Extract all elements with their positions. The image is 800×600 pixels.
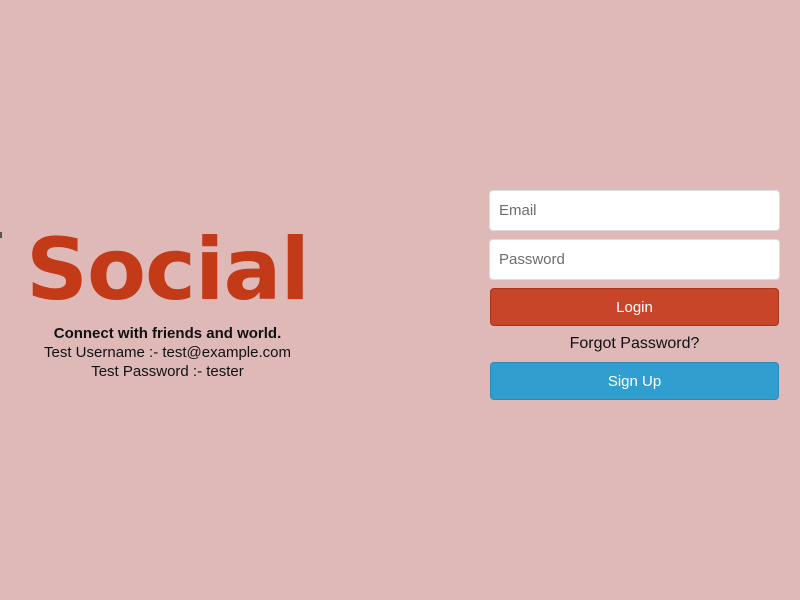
forgot-password-link[interactable]: Forgot Password? — [489, 334, 780, 354]
password-field[interactable] — [489, 239, 780, 280]
edge-marker — [0, 232, 2, 238]
test-password-text: Test Password :- tester — [91, 363, 244, 380]
brand-section: Social Connect with friends and world. T… — [20, 222, 315, 381]
email-field[interactable] — [489, 190, 780, 231]
login-button[interactable]: Login — [490, 288, 779, 326]
sign-up-button[interactable]: Sign Up — [490, 362, 779, 400]
tagline: Connect with friends and world. — [53, 325, 282, 342]
app-logo: Social — [26, 220, 310, 320]
test-username-text: Test Username :- test@example.com — [44, 344, 291, 361]
login-form: Login Forgot Password? Sign Up — [489, 190, 780, 400]
